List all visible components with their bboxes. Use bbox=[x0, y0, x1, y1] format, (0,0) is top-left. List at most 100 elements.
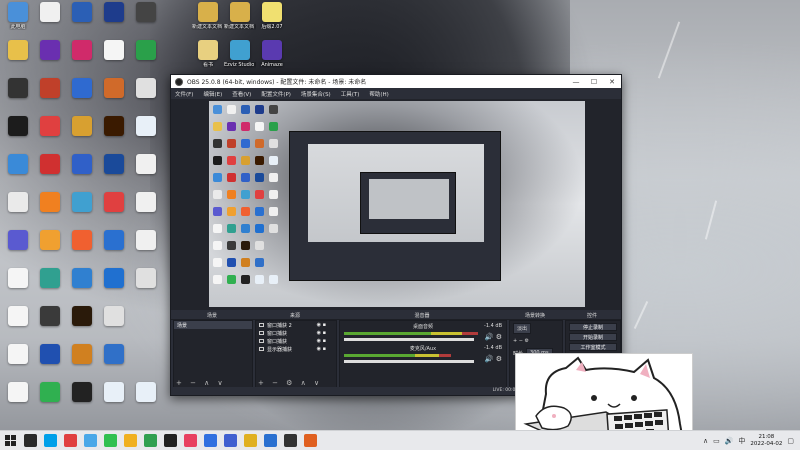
desktop-icon[interactable] bbox=[66, 382, 98, 404]
desktop-icon[interactable] bbox=[2, 78, 34, 100]
desktop-icon[interactable] bbox=[130, 230, 162, 252]
desktop-icon[interactable] bbox=[2, 344, 34, 366]
desktop-icon[interactable]: 看书 bbox=[192, 40, 224, 68]
source-item[interactable]: 窗口捕获 ◉ ▪ bbox=[256, 337, 336, 345]
preview-canvas[interactable] bbox=[209, 101, 585, 307]
menu-help[interactable]: 帮助(H) bbox=[369, 90, 388, 98]
taskbar-app-icon[interactable] bbox=[263, 434, 277, 447]
desktop-icon[interactable] bbox=[130, 382, 162, 404]
desktop-icon[interactable] bbox=[130, 116, 162, 138]
taskbar-app-icon[interactable] bbox=[163, 434, 177, 447]
desktop-icon[interactable]: 新建文本文档 (4) bbox=[224, 2, 256, 30]
eye-icon[interactable]: ◉ ▪ bbox=[317, 346, 326, 352]
desktop-icon[interactable] bbox=[2, 116, 34, 138]
desktop-icon[interactable] bbox=[98, 192, 130, 214]
desktop-icon[interactable] bbox=[130, 268, 162, 290]
desktop-icon[interactable] bbox=[98, 40, 130, 62]
desktop-icon[interactable] bbox=[2, 192, 34, 214]
eye-icon[interactable]: ◉ ▪ bbox=[317, 330, 326, 336]
source-item[interactable]: 窗口捕获 2 ◉ ▪ bbox=[256, 321, 336, 329]
volume-icon[interactable]: 🔊 bbox=[725, 437, 734, 445]
desktop-icon[interactable] bbox=[2, 268, 34, 290]
menu-file[interactable]: 文件(F) bbox=[175, 90, 193, 98]
stop-recording-button[interactable]: 停止录制 bbox=[569, 323, 617, 331]
desktop-icon[interactable] bbox=[34, 154, 66, 176]
taskbar-app-icon[interactable] bbox=[123, 434, 137, 447]
taskbar-app-icon[interactable] bbox=[83, 434, 97, 447]
taskbar-app-icon[interactable] bbox=[283, 434, 297, 447]
desktop-icon[interactable] bbox=[130, 192, 162, 214]
desktop-icon[interactable]: 后缀2.07 bbox=[256, 2, 288, 30]
desktop-icon[interactable] bbox=[98, 382, 130, 404]
eye-icon[interactable]: ◉ ▪ bbox=[317, 322, 326, 328]
desktop-icon[interactable] bbox=[98, 344, 130, 366]
desktop-icon[interactable] bbox=[34, 382, 66, 404]
desktop-icon[interactable] bbox=[34, 2, 66, 24]
taskbar-app-icon[interactable] bbox=[103, 434, 117, 447]
minimize-icon[interactable]: — bbox=[567, 78, 585, 86]
desktop-icon[interactable]: 此电脑 bbox=[2, 2, 34, 30]
desktop-icon[interactable] bbox=[98, 2, 130, 24]
desktop-icon[interactable] bbox=[34, 344, 66, 366]
taskbar-app-icon[interactable] bbox=[183, 434, 197, 447]
menu-edit[interactable]: 编辑(E) bbox=[203, 90, 222, 98]
desktop-icon[interactable] bbox=[130, 78, 162, 100]
source-item[interactable]: 显示器捕获 ◉ ▪ bbox=[256, 345, 336, 353]
network-icon[interactable]: ▭ bbox=[713, 437, 720, 445]
desktop-icon[interactable] bbox=[2, 230, 34, 252]
taskbar-app-icon[interactable] bbox=[243, 434, 257, 447]
ime-indicator[interactable]: 中 bbox=[738, 436, 745, 446]
start-button[interactable] bbox=[0, 431, 20, 450]
desktop-icon[interactable] bbox=[34, 40, 66, 62]
studio-mode-button[interactable]: 工作室模式 bbox=[569, 343, 617, 351]
maximize-icon[interactable]: ☐ bbox=[585, 78, 603, 86]
desktop-icon[interactable] bbox=[66, 40, 98, 62]
desktop-icon[interactable] bbox=[34, 116, 66, 138]
taskbar-app-icon[interactable] bbox=[303, 434, 317, 447]
start-recording-button[interactable]: 开始录制 bbox=[569, 333, 617, 341]
chevron-up-icon[interactable]: ∧ bbox=[703, 437, 708, 445]
taskbar-app-icon[interactable] bbox=[143, 434, 157, 447]
taskbar-app-icon[interactable] bbox=[43, 434, 57, 447]
eye-icon[interactable]: ◉ ▪ bbox=[317, 338, 326, 344]
desktop-icon[interactable] bbox=[66, 230, 98, 252]
taskbar-app-icon[interactable] bbox=[23, 434, 37, 447]
desktop-icon[interactable] bbox=[98, 154, 130, 176]
desktop-icon[interactable] bbox=[2, 40, 34, 62]
desktop-icon[interactable] bbox=[66, 116, 98, 138]
desktop-icon[interactable] bbox=[34, 306, 66, 328]
transition-buttons-row[interactable]: + − ⚙ bbox=[510, 336, 562, 346]
desktop-icon[interactable] bbox=[130, 2, 162, 24]
obs-titlebar[interactable]: OBS 25.0.8 (64-bit, windows) - 配置文件: 未命名… bbox=[171, 75, 621, 88]
close-icon[interactable]: ✕ bbox=[603, 78, 621, 86]
taskbar-app-icon[interactable] bbox=[63, 434, 77, 447]
desktop-icon[interactable] bbox=[98, 306, 130, 328]
desktop-icon[interactable] bbox=[66, 268, 98, 290]
desktop-icon[interactable]: Ezviz Studio 截图 bbox=[224, 40, 256, 68]
sources-dock-buttons[interactable]: + − ⚙ ∧ ∨ bbox=[258, 379, 322, 387]
volume-fader[interactable] bbox=[344, 338, 474, 341]
obs-window[interactable]: OBS 25.0.8 (64-bit, windows) - 配置文件: 未命名… bbox=[170, 74, 622, 396]
desktop-icon[interactable] bbox=[66, 344, 98, 366]
desktop-icon[interactable] bbox=[98, 230, 130, 252]
mixer-speaker-gear-icons[interactable]: 🔊 ⚙ bbox=[485, 355, 502, 363]
desktop-icon[interactable] bbox=[98, 116, 130, 138]
desktop-icon[interactable] bbox=[34, 192, 66, 214]
taskbar-app-icon[interactable] bbox=[223, 434, 237, 447]
desktop-icon[interactable] bbox=[34, 78, 66, 100]
source-item[interactable]: 窗口捕获 ◉ ▪ bbox=[256, 329, 336, 337]
scene-item[interactable]: 场景 bbox=[174, 321, 252, 329]
desktop-icon[interactable] bbox=[66, 192, 98, 214]
obs-preview-area[interactable] bbox=[171, 99, 621, 310]
desktop-icon[interactable] bbox=[130, 40, 162, 62]
desktop-icon[interactable] bbox=[2, 306, 34, 328]
menu-scene-collection[interactable]: 场景集合(S) bbox=[301, 90, 331, 98]
notification-icon[interactable]: ▢ bbox=[787, 437, 794, 445]
menu-tools[interactable]: 工具(T) bbox=[341, 90, 360, 98]
transition-type-select[interactable]: 淡出 bbox=[513, 323, 532, 334]
desktop-icon[interactable] bbox=[2, 382, 34, 404]
menu-view[interactable]: 查看(V) bbox=[232, 90, 251, 98]
desktop-icon[interactable] bbox=[2, 154, 34, 176]
desktop-icon[interactable] bbox=[66, 2, 98, 24]
system-clock[interactable]: 21:08 2022-04-02 bbox=[750, 434, 782, 448]
